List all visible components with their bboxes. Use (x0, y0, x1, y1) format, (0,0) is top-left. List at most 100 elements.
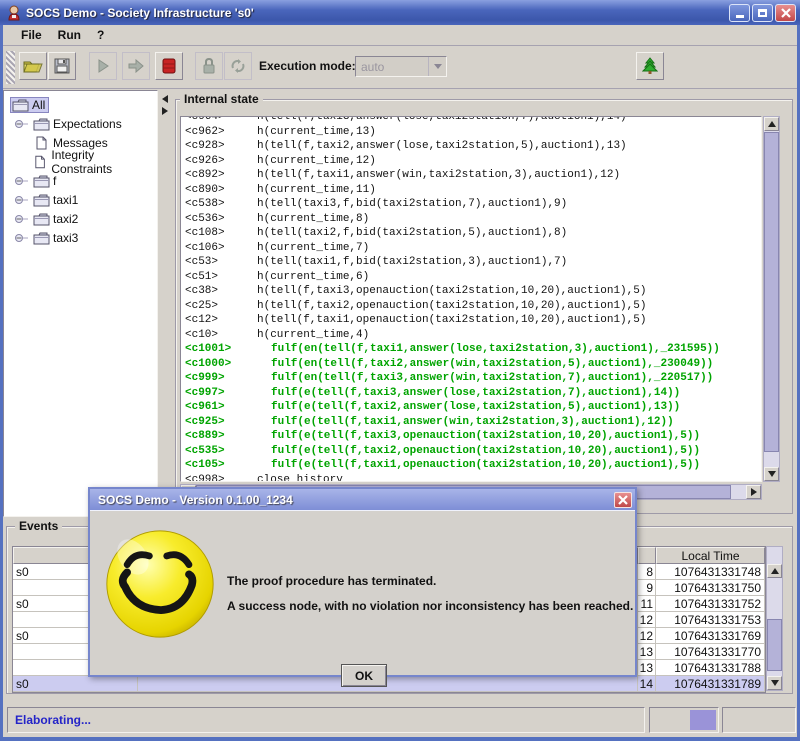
save-button[interactable] (48, 52, 76, 80)
log-line-text: fulf(e(tell(f,taxi1,openauction(taxi2sta… (257, 459, 700, 471)
log-line: <c538>h(tell(taxi3,f,bid(taxi2station,7)… (185, 197, 761, 212)
cell-local-time: 1076431331789 (656, 676, 765, 692)
log-line-text: h(tell(f,taxi2,openauction(taxi2station,… (257, 300, 646, 312)
log-line-tag: <c51> (185, 270, 257, 285)
log-line-text: close_history (257, 474, 343, 483)
society-tree-button[interactable] (636, 52, 664, 80)
menu-file[interactable]: File (13, 26, 50, 44)
menu-help[interactable]: ? (89, 26, 112, 44)
tree-item[interactable]: taxi2 (4, 209, 157, 228)
log-line-tag: <c961> (185, 400, 257, 415)
log-line-text: h(current_time,12) (257, 155, 376, 167)
scroll-down-button[interactable] (764, 467, 779, 481)
log-line-tag: <c892> (185, 168, 257, 183)
tree-icon (642, 57, 658, 75)
internal-state-vertical-scrollbar[interactable] (763, 116, 780, 482)
log-line-text: h(current_time,11) (257, 184, 376, 196)
expand-handle-icon[interactable] (14, 233, 31, 243)
expand-handle-icon[interactable] (14, 138, 31, 148)
tree-node[interactable]: taxi2 (31, 211, 82, 227)
log-line-text: fulf(e(tell(f,taxi2,answer(lose,taxi2sta… (257, 401, 680, 413)
tree-node[interactable]: All (10, 97, 49, 113)
log-line-tag: <c25> (185, 299, 257, 314)
combo-arrow-button[interactable] (428, 57, 446, 76)
close-button[interactable] (775, 4, 796, 22)
collapse-left-button[interactable] (160, 94, 170, 104)
log-line-text: h(tell(f,taxi1,answer(win,taxi2station,3… (257, 169, 620, 181)
split-divider[interactable] (158, 90, 172, 517)
titlebar[interactable]: SOCS Demo - Society Infrastructure 's0' (0, 0, 800, 25)
folder-icon (33, 212, 50, 226)
menu-run[interactable]: Run (50, 26, 89, 44)
cell-step: 13 (638, 644, 656, 660)
lock-button[interactable] (195, 52, 223, 80)
log-line-tag: <c889> (185, 429, 257, 444)
expand-handle-icon[interactable] (14, 195, 31, 205)
ok-button[interactable]: OK (341, 664, 387, 687)
society-tree-panel[interactable]: All (3, 90, 158, 517)
arrow-right-icon (162, 107, 168, 115)
cell-step: 11 (638, 596, 656, 612)
open-folder-icon (23, 58, 43, 74)
expand-handle-icon[interactable] (14, 119, 31, 129)
play-button[interactable] (89, 52, 117, 80)
column-header-local-time[interactable]: Local Time (656, 547, 765, 564)
scroll-up-button[interactable] (767, 564, 782, 578)
log-line-text: fulf(e(tell(f,taxi3,answer(lose,taxi2sta… (257, 387, 680, 399)
dialog-title: SOCS Demo - Version 0.1.00_1234 (98, 493, 614, 507)
expand-handle-icon[interactable] (14, 157, 30, 167)
scroll-down-button[interactable] (767, 676, 782, 690)
maximize-button[interactable] (752, 4, 773, 22)
log-line-text: h(current_time,7) (257, 242, 369, 254)
collapse-right-button[interactable] (160, 106, 170, 116)
minimize-icon (736, 15, 744, 18)
log-line-tag: <c535> (185, 444, 257, 459)
scroll-up-button[interactable] (764, 117, 779, 131)
scrollbar-thumb[interactable] (767, 619, 782, 671)
events-vertical-scrollbar[interactable] (766, 546, 783, 691)
log-line-tag: <c538> (185, 197, 257, 212)
toolbar-grip[interactable] (6, 51, 15, 84)
internal-state-log[interactable]: <c964>h(tell(f,taxi3,answer(lose,taxi2st… (180, 116, 762, 482)
stop-button[interactable] (155, 52, 183, 80)
toolbar: Execution mode: auto (3, 46, 797, 89)
log-line: <c108>h(tell(taxi2,f,bid(taxi2station,5)… (185, 226, 761, 241)
log-line: <c106>h(current_time,7) (185, 241, 761, 256)
tree-node[interactable]: f (31, 173, 60, 189)
dialog-message-line1: The proof procedure has terminated. (227, 574, 436, 588)
tree-node[interactable]: taxi1 (31, 192, 82, 208)
minimize-button[interactable] (729, 4, 750, 22)
open-button[interactable] (19, 52, 47, 80)
log-line: <c536>h(current_time,8) (185, 212, 761, 227)
tree-item[interactable]: taxi1 (4, 190, 157, 209)
cell-local-time: 1076431331753 (656, 612, 765, 628)
log-line: <c928>h(tell(f,taxi2,answer(lose,taxi2st… (185, 139, 761, 154)
dialog-close-button[interactable] (614, 492, 632, 508)
expand-handle-icon[interactable] (14, 214, 31, 224)
log-line-text: h(tell(taxi2,f,bid(taxi2station,5),aucti… (257, 227, 567, 239)
step-forward-button[interactable] (122, 52, 150, 80)
scrollbar-thumb[interactable] (764, 132, 779, 452)
status-message-field: Elaborating... (7, 707, 645, 733)
cell-step: 13 (638, 660, 656, 676)
expand-handle-icon[interactable] (14, 176, 31, 186)
tree-item[interactable]: taxi3 (4, 228, 157, 247)
tree-item[interactable]: Expectations (4, 114, 157, 133)
table-row[interactable]: s0 14 1076431331789 (13, 676, 765, 692)
cell-step: 12 (638, 612, 656, 628)
refresh-button[interactable] (224, 52, 252, 80)
close-icon (618, 495, 628, 505)
dialog-titlebar[interactable]: SOCS Demo - Version 0.1.00_1234 (90, 489, 635, 511)
save-icon (53, 57, 71, 75)
log-line-text: h(tell(f,taxi1,openauction(taxi2station,… (257, 314, 646, 326)
tree-node[interactable]: Expectations (31, 116, 126, 132)
execution-mode-select[interactable]: auto (355, 56, 447, 77)
log-line: <c999>fulf(en(tell(f,taxi3,answer(win,ta… (185, 371, 761, 386)
column-header-step[interactable] (638, 547, 656, 564)
tree-item[interactable]: All (4, 95, 157, 114)
tree-item[interactable]: Integrity Constraints (4, 152, 157, 171)
tree-node[interactable]: taxi3 (31, 230, 82, 246)
chevron-down-icon (434, 64, 442, 69)
cell-step: 14 (638, 676, 656, 692)
scroll-right-button[interactable] (746, 485, 761, 499)
